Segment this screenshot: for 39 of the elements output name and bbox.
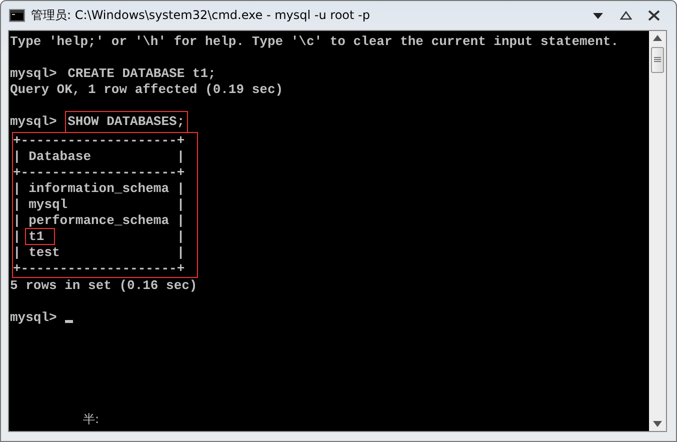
- ime-status: 半:: [83, 412, 100, 426]
- table-edge: |: [176, 181, 185, 197]
- table-border: +--------------------+: [13, 261, 185, 277]
- table-cell-text: test: [28, 244, 61, 261]
- table-edge: |: [176, 149, 185, 165]
- scrollbar[interactable]: [649, 31, 666, 431]
- output-text: 5 rows in set (0.16 sec): [10, 278, 198, 294]
- table-edge: |: [13, 229, 21, 245]
- scroll-thumb[interactable]: [651, 47, 664, 73]
- command-text: SHOW DATABASES;: [64, 111, 188, 133]
- column-header: Database: [28, 149, 92, 164]
- scroll-down-icon[interactable]: [653, 421, 662, 427]
- table-edge: |: [13, 149, 21, 165]
- command-text: CREATE DATABASE t1;: [66, 65, 217, 83]
- prompt-text: mysql>: [10, 66, 57, 82]
- output-text: Query OK, 1 row affected (0.19 sec): [10, 82, 284, 98]
- table-border: +--------------------+: [13, 133, 185, 149]
- table-cell-text: information_schema: [28, 180, 170, 197]
- table-edge: |: [176, 213, 185, 229]
- minimize-icon[interactable]: [592, 12, 604, 20]
- table-edge: |: [176, 245, 185, 261]
- table-edge: |: [176, 197, 185, 213]
- table-cell: t1: [24, 228, 56, 245]
- table-cell-text: mysql: [28, 196, 69, 213]
- window-title: 管理员: C:\Windows\system32\cmd.exe - mysql -u root -p: [31, 7, 371, 24]
- maximize-icon[interactable]: [620, 11, 632, 20]
- table-edge: |: [13, 245, 21, 261]
- console-icon: [9, 9, 25, 22]
- table-edge: |: [13, 197, 21, 213]
- close-icon[interactable]: [648, 10, 660, 21]
- table-border: +--------------------+: [13, 165, 185, 181]
- scroll-up-icon[interactable]: [653, 35, 662, 41]
- prompt-text: mysql>: [10, 114, 57, 130]
- output-text: Type 'help;' or '\h' for help. Type '\c' to clear the current input statement.: [10, 34, 618, 50]
- table-edge: |: [13, 181, 21, 197]
- table-cell-text: performance_schema: [28, 212, 170, 229]
- prompt-text: mysql>: [10, 310, 57, 326]
- table-edge: |: [176, 229, 185, 245]
- table-edge: |: [13, 213, 21, 229]
